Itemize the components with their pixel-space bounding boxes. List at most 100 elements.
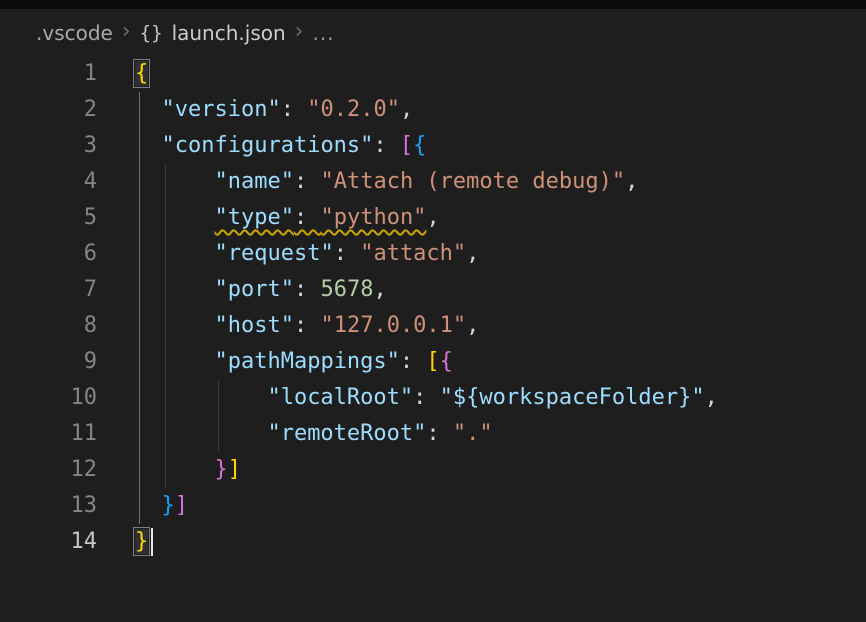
indent-guide [139,380,140,416]
indent-guide [139,236,140,272]
line-number[interactable]: 9 [0,344,97,380]
text-cursor [151,528,153,556]
code-line-12[interactable]: 12 }] [0,452,866,488]
code-line-4[interactable]: 4 "name": "Attach (remote debug)", [0,164,866,200]
indent-whitespace [135,169,214,194]
token-bracket2: } [214,457,227,482]
token-bracket3: } [162,493,175,518]
code-line-3[interactable]: 3 "configurations": [{ [0,128,866,164]
breadcrumb-symbol[interactable]: ... [312,21,334,45]
line-number[interactable]: 13 [0,488,97,524]
line-number[interactable]: 10 [0,380,97,416]
token-bracket1: } [135,529,148,554]
line-number[interactable]: 6 [0,236,97,272]
line-content[interactable]: } [97,524,866,560]
indent-guide [139,128,140,164]
token-string-warning: "python" [320,205,426,230]
line-content[interactable]: { [97,56,866,92]
token-key: "host" [214,313,293,338]
token-variable: "${workspaceFolder}" [440,385,705,410]
line-number[interactable]: 1 [0,56,97,92]
line-number[interactable]: 8 [0,308,97,344]
code-line-9[interactable]: 9 "pathMappings": [{ [0,344,866,380]
line-content[interactable]: "pathMappings": [{ [97,344,866,380]
token-punct: : [281,97,308,122]
token-string: "." [453,421,493,446]
line-content[interactable]: }] [97,452,866,488]
indent-whitespace [135,385,267,410]
token-punct: , [426,205,439,230]
token-bracket1: { [135,61,148,86]
token-key: "pathMappings" [214,349,399,374]
indent-whitespace [135,241,214,266]
line-content[interactable]: "name": "Attach (remote debug)", [97,164,866,200]
code-line-5[interactable]: 5 "type": "python", [0,200,866,236]
line-content[interactable]: }] [97,488,866,524]
token-punct: , [625,169,638,194]
indent-whitespace [135,457,214,482]
line-number[interactable]: 4 [0,164,97,200]
code-line-8[interactable]: 8 "host": "127.0.0.1", [0,308,866,344]
token-key-warning: "type" [214,205,293,230]
code-line-13[interactable]: 13 }] [0,488,866,524]
line-number[interactable]: 3 [0,128,97,164]
code-editor[interactable]: 1{2 "version": "0.2.0",3 "configurations… [0,56,866,622]
line-content[interactable]: "port": 5678, [97,272,866,308]
code-line-2[interactable]: 2 "version": "0.2.0", [0,92,866,128]
code-line-14[interactable]: 14} [0,524,866,560]
indent-whitespace [135,421,267,446]
token-key: "port" [214,277,293,302]
line-number[interactable]: 5 [0,200,97,236]
token-key: "localRoot" [267,385,413,410]
breadcrumb-separator-icon: › [122,21,131,43]
indent-guide [139,488,140,524]
token-punct: , [466,313,479,338]
line-content[interactable]: "remoteRoot": "." [97,416,866,452]
indent-whitespace [135,349,214,374]
breadcrumb: .vscode › {} launch.json › ... [0,9,866,56]
token-bracket2: [ [400,133,413,158]
breadcrumb-separator-icon: › [295,21,304,43]
token-bracket1: ] [228,457,241,482]
indent-guide [165,344,166,380]
line-number[interactable]: 12 [0,452,97,488]
indent-guide [165,272,166,308]
token-punct: : [400,349,427,374]
indent-guide [139,92,140,128]
line-content[interactable]: "configurations": [{ [97,128,866,164]
indent-whitespace [135,313,214,338]
indent-guide [139,416,140,452]
token-punct: , [466,241,479,266]
line-number[interactable]: 7 [0,272,97,308]
code-line-1[interactable]: 1{ [0,56,866,92]
token-bracket2: { [440,349,453,374]
line-content[interactable]: "version": "0.2.0", [97,92,866,128]
indent-guide [165,236,166,272]
token-punct: : [413,385,440,410]
token-string: "Attach (remote debug)" [320,169,625,194]
code-line-6[interactable]: 6 "request": "attach", [0,236,866,272]
code-line-10[interactable]: 10 "localRoot": "${workspaceFolder}", [0,380,866,416]
line-content[interactable]: "type": "python", [97,200,866,236]
line-number[interactable]: 11 [0,416,97,452]
token-punct-warning: : [294,205,321,230]
token-punct: , [705,385,718,410]
json-braces-icon: {} [140,22,163,44]
token-punct: : [294,169,321,194]
line-number[interactable]: 14 [0,524,97,560]
code-line-11[interactable]: 11 "remoteRoot": "." [0,416,866,452]
indent-guide [165,200,166,236]
breadcrumb-file[interactable]: launch.json [172,21,286,45]
indent-guide [165,452,166,488]
indent-guide [218,380,219,416]
indent-guide [165,164,166,200]
vscode-editor-window: .vscode › {} launch.json › ... 1{2 "vers… [0,0,866,622]
code-line-7[interactable]: 7 "port": 5678, [0,272,866,308]
line-content[interactable]: "host": "127.0.0.1", [97,308,866,344]
indent-guide [139,308,140,344]
line-content[interactable]: "localRoot": "${workspaceFolder}", [97,380,866,416]
breadcrumb-folder[interactable]: .vscode [36,21,113,45]
line-number[interactable]: 2 [0,92,97,128]
token-bracket3: { [413,133,426,158]
line-content[interactable]: "request": "attach", [97,236,866,272]
